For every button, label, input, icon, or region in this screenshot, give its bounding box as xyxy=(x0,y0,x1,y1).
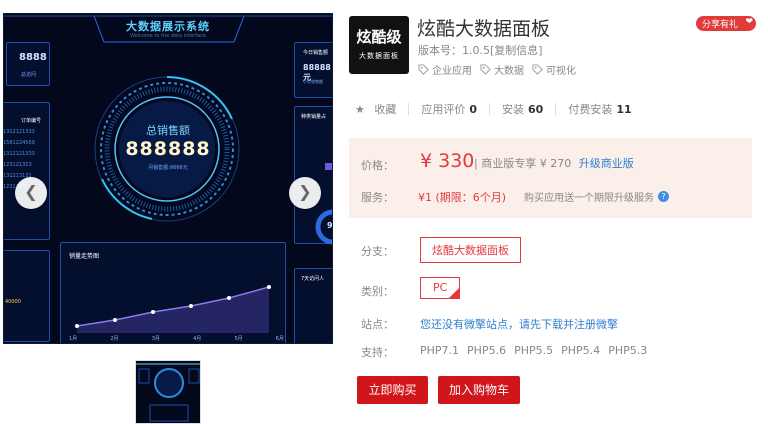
support-version: PHP5.6 xyxy=(467,344,507,357)
support-version: PHP5.4 xyxy=(561,344,601,357)
branch-option[interactable]: 炫酷大数据面板 xyxy=(420,237,521,263)
buy-now-button[interactable]: 立即购买 xyxy=(357,376,428,404)
right-top-title: 今日销售额 xyxy=(303,50,329,56)
center-sales-value: 888888 xyxy=(125,138,211,160)
paid-install-stat: 付费安装 11 xyxy=(568,103,632,116)
product-version[interactable]: 版本号：1.0.5[复制信息] xyxy=(418,42,543,58)
selected-check-icon xyxy=(449,288,459,298)
trend-x-label: 6月 xyxy=(275,336,284,342)
favorite-label: 收藏 xyxy=(374,103,397,116)
right-top-sub: 小公销售额 xyxy=(303,79,323,84)
share-gift-button[interactable]: 分享有礼 ❤ xyxy=(696,16,757,31)
branch-option-label: 炫酷大数据面板 xyxy=(432,244,509,257)
tag-label: 企业应用 xyxy=(432,66,472,77)
logo-line2: 大数据面板 xyxy=(359,52,399,60)
trend-x-label: 5月 xyxy=(234,336,243,342)
left-top-value: 8888 xyxy=(19,52,47,63)
price-extra: | 商业版专享 ¥ 270 升级商业版 xyxy=(474,155,634,171)
product-title: 炫酷大数据面板 xyxy=(417,18,551,40)
service-value: ¥1 (期限：6个月) xyxy=(418,191,507,204)
share-label: 分享有礼 xyxy=(702,20,739,30)
tag-label: 大数据 xyxy=(494,66,524,77)
left-bottom-panel: 40000 xyxy=(4,250,50,342)
support-label: 支持： xyxy=(361,346,394,359)
service-note: 购买应用送一个期限升级服务 ? xyxy=(524,189,669,204)
trend-chart-panel: 销量走势图 1月 2月 3月 4月 5月 6月 xyxy=(60,242,286,343)
price-label: 价格： xyxy=(361,159,394,172)
tag-icon xyxy=(532,64,543,75)
category-option[interactable]: PC xyxy=(420,277,460,299)
category-option-label: PC xyxy=(433,281,448,294)
trend-x-axis: 1月 2月 3月 4月 5月 6月 xyxy=(69,335,284,342)
business-price: | 商业版专享 ¥ 270 xyxy=(474,157,572,170)
right-mid-panel: 种类销量占 93 xyxy=(294,106,333,245)
thumbnail-preview-image xyxy=(136,363,200,422)
trend-chart-title: 销量走势图 xyxy=(69,253,100,260)
chevron-right-icon: ❯ xyxy=(298,182,312,201)
chevron-left-icon: ❮ xyxy=(24,182,38,201)
support-version: PHP5.5 xyxy=(514,344,554,357)
logo-line1: 炫酷级 xyxy=(356,28,402,46)
favorite-button[interactable]: ★ 收藏 xyxy=(355,101,396,117)
trend-x-label: 1月 xyxy=(69,336,78,342)
tag-icon xyxy=(418,64,429,75)
tag-item[interactable]: 企业应用 xyxy=(418,62,472,77)
question-icon[interactable]: ? xyxy=(658,191,669,202)
service-label: 服务： xyxy=(361,191,394,204)
right-mid-title: 种类销量占 xyxy=(301,114,327,120)
price-box xyxy=(349,138,752,218)
left-bottom-value: 40000 xyxy=(5,299,21,305)
tag-label: 可视化 xyxy=(546,66,576,77)
product-tags: 企业应用 大数据 可视化 xyxy=(418,62,576,77)
star-icon: ★ xyxy=(355,103,365,116)
add-to-cart-button[interactable]: 加入购物车 xyxy=(438,376,520,404)
service-note-text: 购买应用送一个期限升级服务 xyxy=(524,193,654,204)
upgrade-business-link[interactable]: 升级商业版 xyxy=(579,157,634,170)
rating-stat: 应用评价 0 xyxy=(421,103,478,116)
tag-item[interactable]: 可视化 xyxy=(532,62,576,77)
center-sales-label: 总销售额 xyxy=(146,124,190,137)
left-top-panel: 8888 总访问 xyxy=(6,42,50,86)
install-stat: 安装 60 xyxy=(502,103,544,116)
gallery-prev-button[interactable]: ❮ xyxy=(15,177,47,209)
branch-label: 分支： xyxy=(361,245,394,258)
right-mid-value: 93 xyxy=(327,221,333,230)
product-image-gallery[interactable]: 大数据展示系统 Welcome to the data interface 88… xyxy=(3,13,333,344)
support-version: PHP5.3 xyxy=(608,344,648,357)
gift-icon: ❤ xyxy=(745,17,754,27)
dashboard-subtitle: Welcome to the data interface xyxy=(129,33,206,39)
price-value: ¥ 330 xyxy=(420,150,475,172)
product-stats: ★ 收藏 应用评价 0 安装 60 付费安装 11 xyxy=(355,101,632,117)
trend-x-label: 4月 xyxy=(193,336,202,342)
product-logo: 炫酷级 大数据面板 xyxy=(349,16,409,74)
tag-icon xyxy=(480,64,491,75)
trend-x-label: 2月 xyxy=(110,336,119,342)
right-bottom-title: 7天访问人 xyxy=(301,276,325,282)
right-top-panel: 今日销售额 88888元 小公销售额 xyxy=(294,42,332,98)
trend-line-chart xyxy=(75,285,271,333)
left-top-label: 总访问 xyxy=(21,72,37,78)
category-label: 类别： xyxy=(361,285,394,298)
dashboard-title: 大数据展示系统 xyxy=(126,20,210,33)
tag-item[interactable]: 大数据 xyxy=(480,62,524,77)
support-versions: PHP7.1 PHP5.6 PHP5.5 PHP5.4 PHP5.3 xyxy=(420,344,647,357)
gallery-next-button[interactable]: ❯ xyxy=(289,177,321,209)
site-label: 站点： xyxy=(361,318,394,331)
right-bottom-panel: 7天访问人 xyxy=(294,268,332,343)
trend-x-label: 3月 xyxy=(151,336,160,342)
support-version: PHP7.1 xyxy=(420,344,460,357)
center-sales-sub: 月销售额:6666元 xyxy=(148,165,188,171)
gallery-thumbnail[interactable] xyxy=(135,360,201,424)
site-register-link[interactable]: 您还没有微擎站点，请先下载并注册微擎 xyxy=(420,316,618,332)
